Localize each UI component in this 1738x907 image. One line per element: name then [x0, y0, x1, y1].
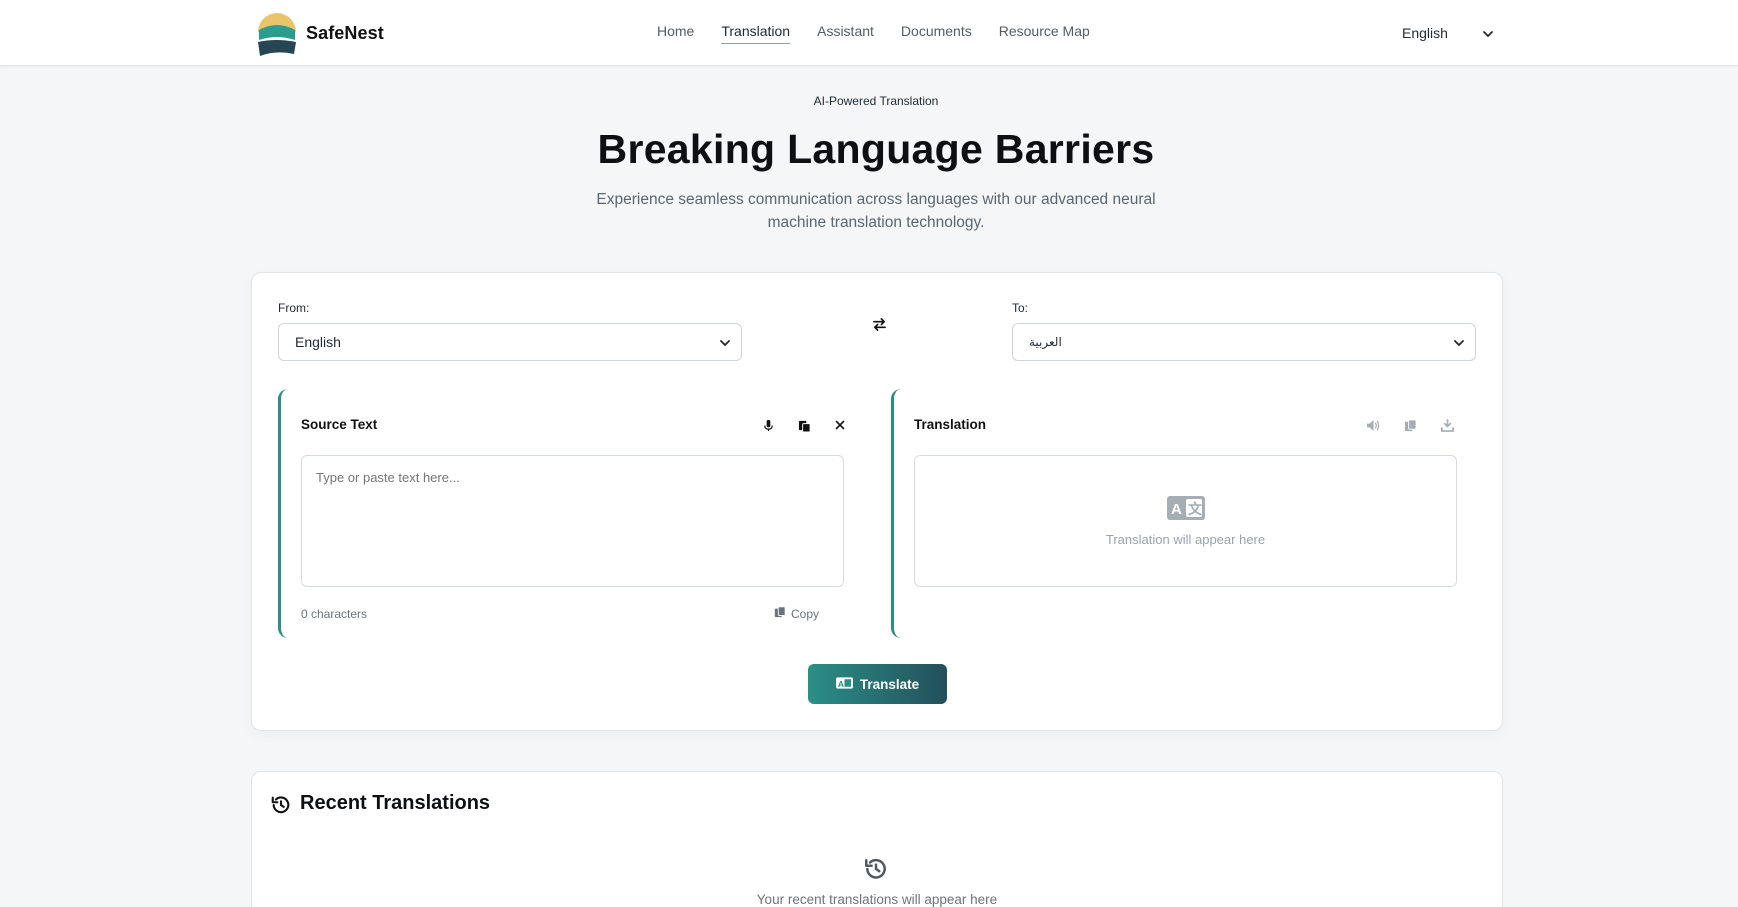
- brand-name: SafeNest: [306, 22, 384, 43]
- hero-eyebrow: AI-Powered Translation: [813, 94, 939, 108]
- history-empty-icon: [863, 856, 891, 884]
- source-text-input[interactable]: [301, 455, 844, 587]
- swap-arrows-icon: [872, 317, 887, 337]
- translate-button[interactable]: A Translate: [808, 664, 947, 704]
- hero-subtitle: Experience seamless communication across…: [596, 191, 1156, 231]
- brand[interactable]: SafeNest: [256, 10, 384, 56]
- nav-assistant[interactable]: Assistant: [817, 22, 874, 44]
- from-label: From:: [278, 301, 310, 315]
- source-panel-title: Source Text: [301, 417, 378, 432]
- translation-output: A文 Translation will appear here: [914, 455, 1457, 587]
- nav-home[interactable]: Home: [657, 22, 694, 44]
- to-language-value: العربية: [1029, 335, 1062, 349]
- safenest-logo-icon: [256, 10, 298, 56]
- translation-panel-title: Translation: [914, 417, 987, 432]
- history-icon: [270, 794, 294, 818]
- character-count: 0 characters: [301, 607, 368, 621]
- translate-icon: A: [835, 676, 853, 692]
- chevron-down-icon: [719, 336, 731, 348]
- svg-text:A: A: [1171, 501, 1182, 518]
- translate-button-label: Translate: [859, 676, 920, 692]
- nav-documents[interactable]: Documents: [901, 22, 972, 44]
- svg-text:A: A: [838, 678, 844, 688]
- page-title: Breaking Language Barriers: [597, 126, 1155, 172]
- paste-icon[interactable]: [794, 415, 814, 435]
- translation-toolbar: [1363, 415, 1457, 435]
- source-panel: Source Text 0 characters Copy: [278, 389, 863, 638]
- site-language-select[interactable]: English: [1402, 22, 1494, 44]
- nav-translation[interactable]: Translation: [721, 22, 791, 44]
- translate-az-icon: A文: [1167, 496, 1205, 520]
- svg-text:文: 文: [1188, 501, 1203, 517]
- copy-icon: [774, 606, 786, 621]
- recent-translations-title: Recent Translations: [300, 792, 491, 814]
- nav-resource-map[interactable]: Resource Map: [999, 22, 1090, 44]
- to-label: To:: [1012, 301, 1029, 315]
- translation-panel: Translation A文 Translation will appear h…: [891, 389, 1476, 638]
- copy-translation-icon[interactable]: [1400, 415, 1420, 435]
- source-toolbar: [758, 415, 850, 435]
- recent-empty-text: Your recent translations will appear her…: [756, 892, 998, 907]
- swap-languages-button[interactable]: [868, 316, 890, 338]
- chevron-down-icon: [1453, 336, 1465, 348]
- main-nav: Home Translation Assistant Documents Res…: [657, 22, 1117, 44]
- translation-placeholder: Translation will appear here: [1105, 532, 1266, 547]
- chevron-down-icon: [1482, 27, 1494, 39]
- from-language-value: English: [295, 334, 341, 350]
- to-language-select[interactable]: العربية: [1012, 323, 1476, 361]
- top-navbar: SafeNest Home Translation Assistant Docu…: [0, 0, 1738, 66]
- copy-label: Copy: [791, 606, 820, 621]
- translator-card: From: English To: العربية Source Text Ty…: [251, 272, 1503, 731]
- speaker-icon[interactable]: [1363, 415, 1383, 435]
- from-language-select[interactable]: English: [278, 323, 742, 361]
- clear-icon[interactable]: [830, 415, 850, 435]
- copy-source-button[interactable]: Copy: [774, 606, 819, 621]
- microphone-icon[interactable]: [758, 415, 778, 435]
- site-language-value: English: [1402, 25, 1448, 41]
- download-icon[interactable]: [1437, 415, 1457, 435]
- recent-translations-card: Recent Translations Your recent translat…: [251, 771, 1503, 907]
